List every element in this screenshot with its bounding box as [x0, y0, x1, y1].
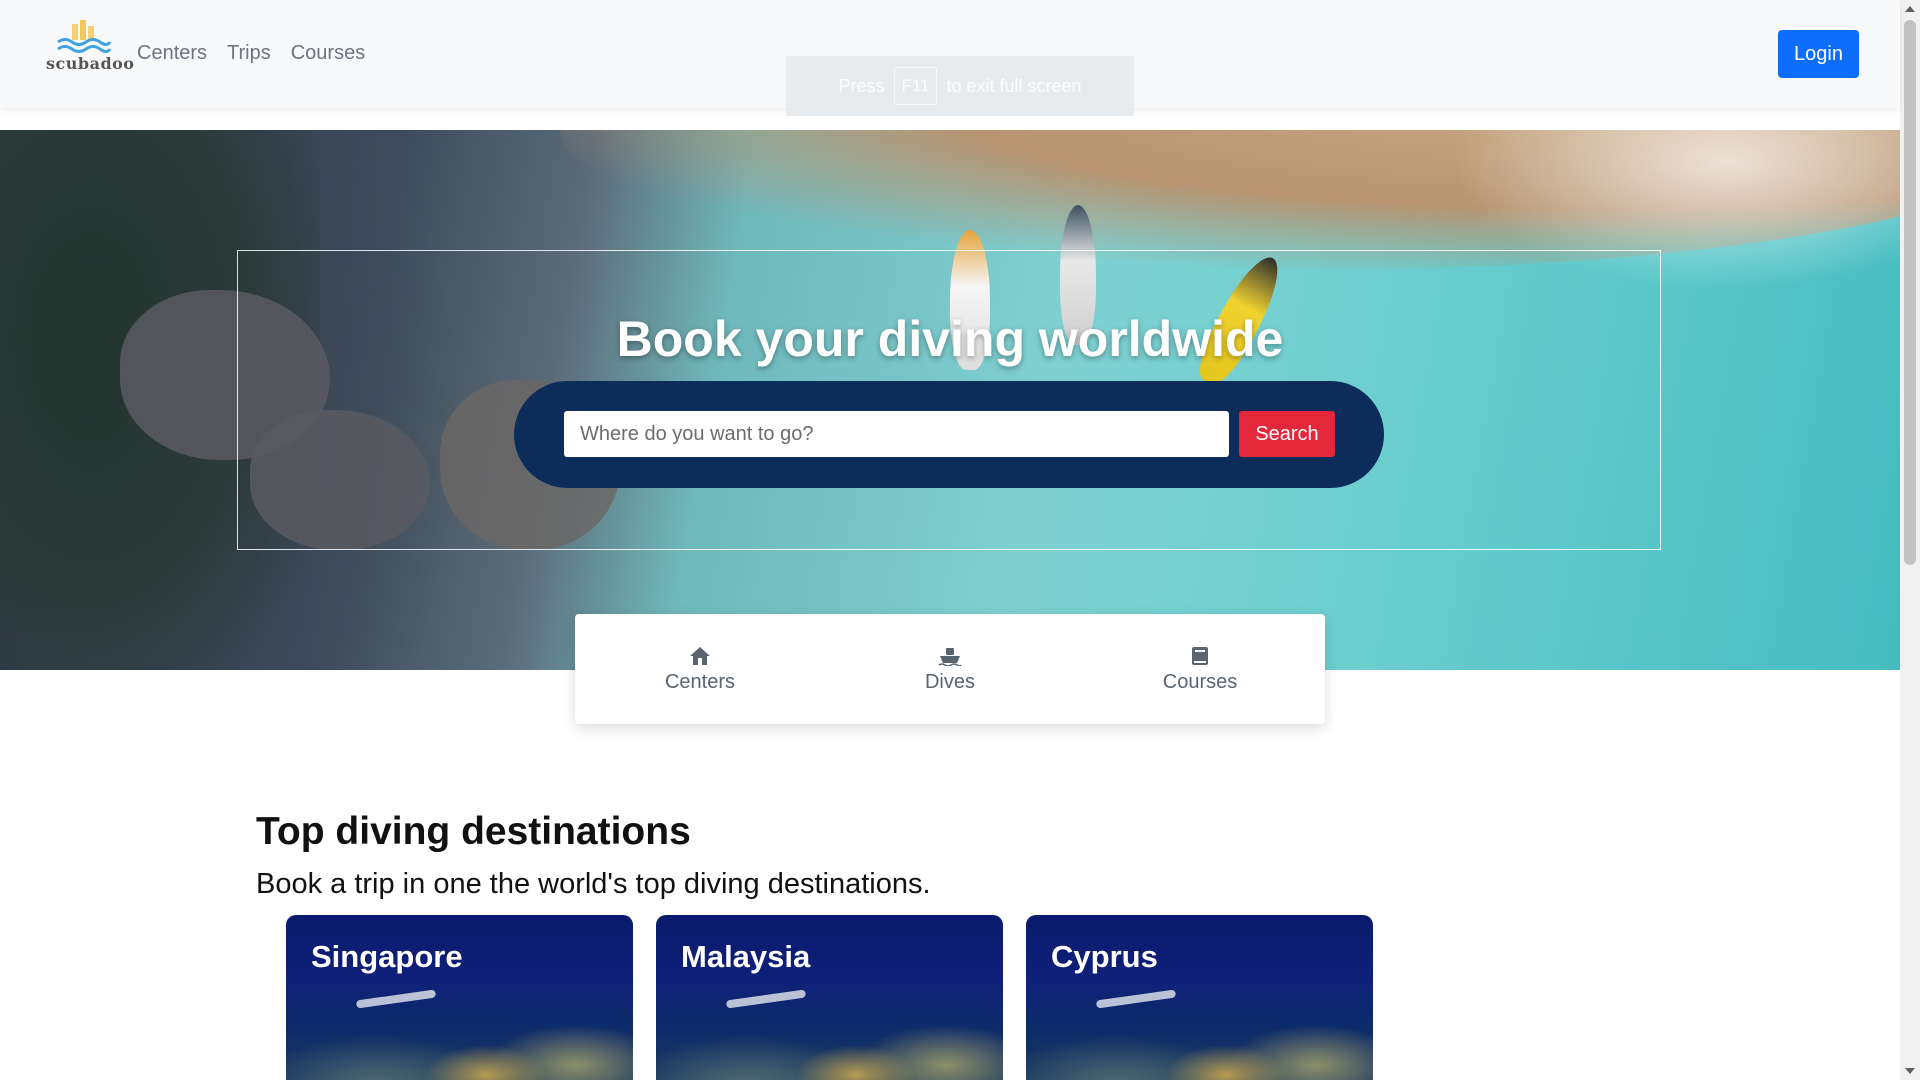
logo-text: scubadoo	[46, 54, 135, 73]
fullscreen-notice: Press F11 to exit full screen	[786, 56, 1134, 116]
nav-link-centers[interactable]: Centers	[137, 42, 207, 65]
hero-title: Book your diving worldwide	[616, 311, 1284, 367]
login-button[interactable]: Login	[1778, 30, 1859, 78]
destination-card-malaysia[interactable]: Malaysia	[656, 915, 1003, 1080]
scrollbar-thumb[interactable]	[1904, 20, 1916, 565]
fullscreen-notice-text: to exit full screen	[946, 75, 1082, 96]
main-nav: Centers Trips Courses	[137, 42, 365, 65]
category-tabs: Centers Dives Courses	[575, 614, 1325, 724]
fullscreen-notice-key: F11	[894, 67, 937, 105]
destinations-subtitle: Book a trip in one the world's top divin…	[256, 868, 931, 900]
destination-name: Cyprus	[1051, 939, 1158, 974]
logo-waves-icon	[57, 20, 112, 53]
scroll-down-arrow-icon[interactable]	[1905, 1068, 1915, 1074]
scroll-up-arrow-icon[interactable]	[1905, 6, 1915, 12]
house-icon	[688, 645, 712, 667]
page-scrollbar[interactable]	[1900, 0, 1920, 1080]
book-icon	[1188, 645, 1212, 667]
destination-card-singapore[interactable]: Singapore	[286, 915, 633, 1080]
tab-dives-label: Dives	[924, 670, 975, 693]
destinations-title: Top diving destinations	[256, 810, 691, 853]
destination-cards: Singapore Malaysia Cyprus	[286, 915, 1373, 1080]
nav-link-trips[interactable]: Trips	[227, 42, 271, 65]
ship-icon	[938, 645, 962, 667]
search-input[interactable]	[564, 411, 1229, 457]
destination-card-cyprus[interactable]: Cyprus	[1026, 915, 1373, 1080]
destination-name: Malaysia	[681, 939, 811, 974]
destination-name: Singapore	[311, 939, 463, 974]
search-button[interactable]: Search	[1239, 411, 1335, 457]
tab-centers[interactable]: Centers	[575, 614, 825, 724]
search-bar: Search	[514, 381, 1384, 488]
tab-courses-label: Courses	[1162, 670, 1238, 693]
page: scubadoo Centers Trips Courses Login Pre…	[0, 0, 1920, 1080]
card-image-reef	[656, 1005, 1003, 1080]
tab-dives[interactable]: Dives	[825, 614, 1075, 724]
fullscreen-notice-press: Press	[838, 75, 885, 96]
card-image-reef	[1026, 1005, 1373, 1080]
nav-link-courses[interactable]: Courses	[291, 42, 365, 65]
site-logo[interactable]: scubadoo	[46, 18, 135, 74]
tab-centers-label: Centers	[664, 670, 736, 693]
tab-courses[interactable]: Courses	[1075, 614, 1325, 724]
card-image-reef	[286, 1005, 633, 1080]
